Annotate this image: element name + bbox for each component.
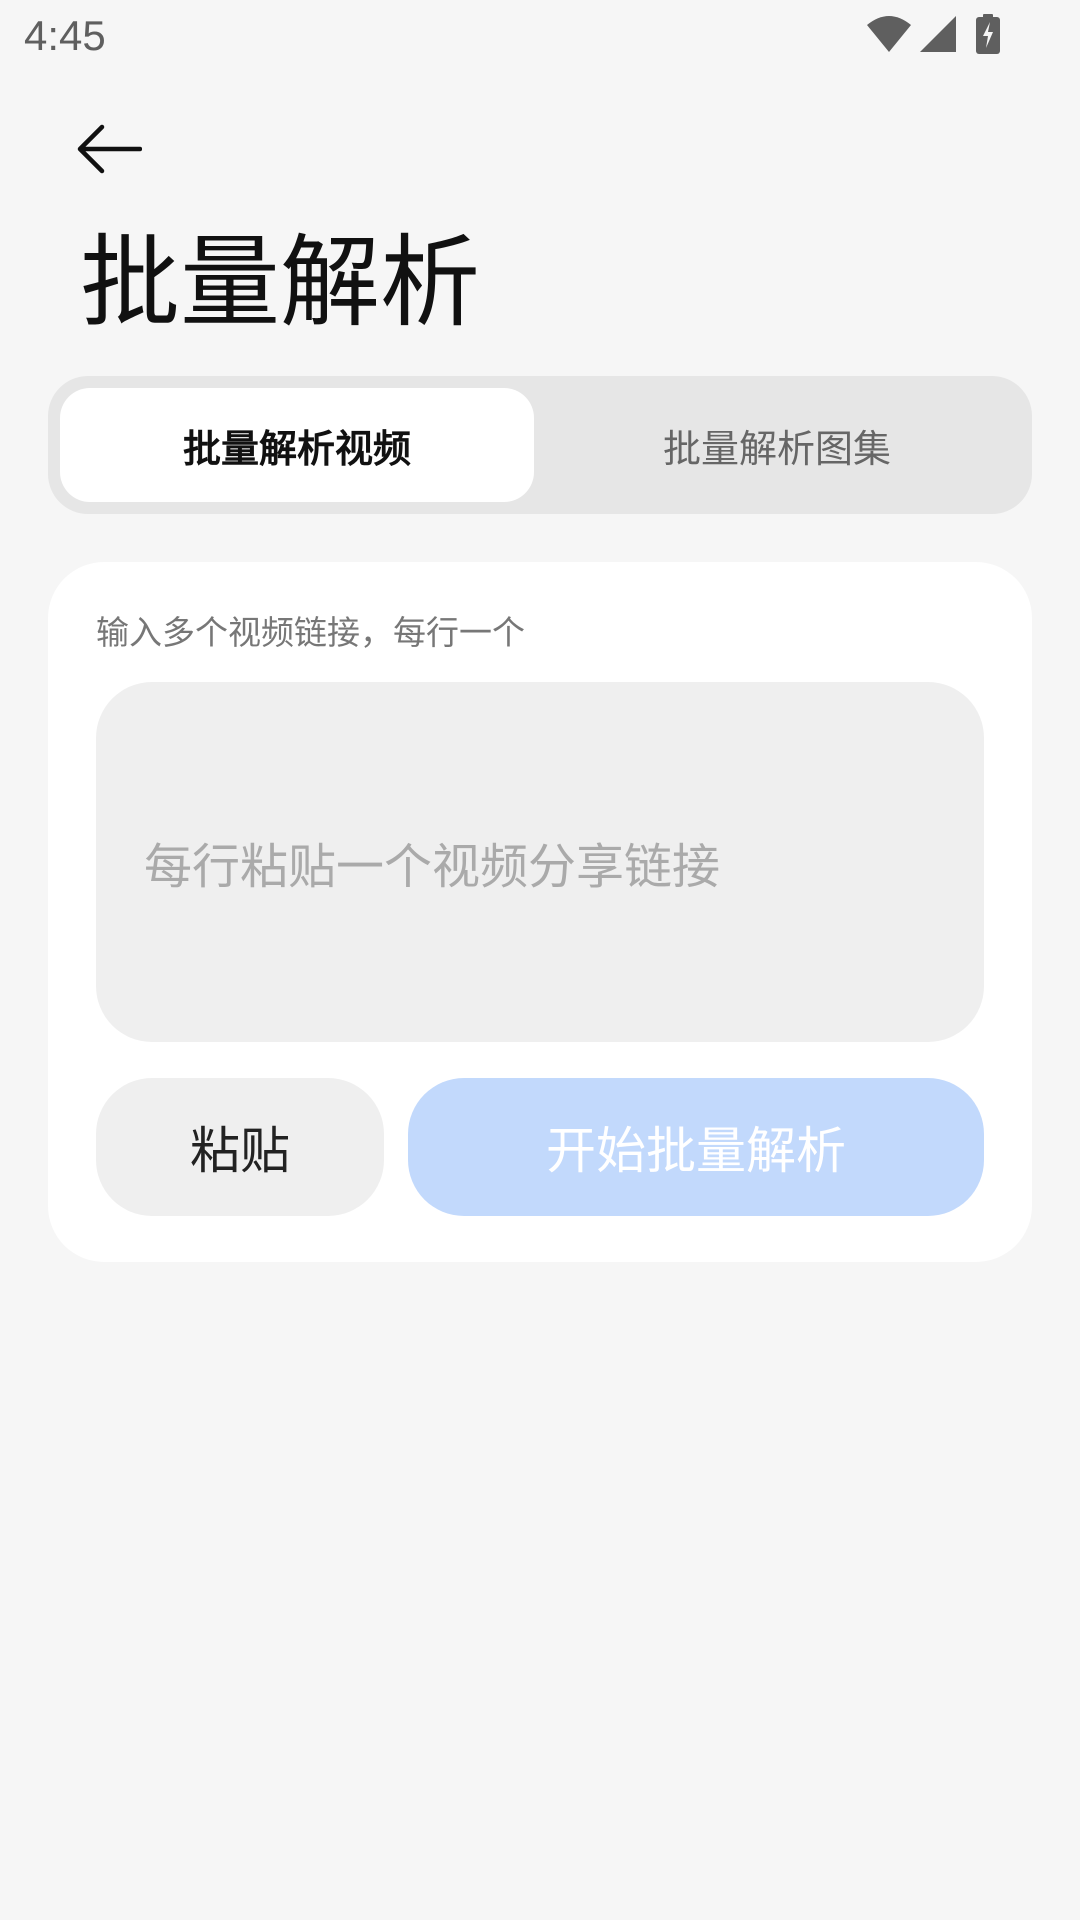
- status-time: 4:45: [24, 12, 106, 59]
- back-button[interactable]: [76, 118, 166, 184]
- paste-button[interactable]: 粘贴: [96, 1078, 384, 1216]
- input-hint: 输入多个视频链接，每行一个: [96, 613, 525, 652]
- textarea-placeholder: 每行粘贴一个视频分享链接: [144, 839, 721, 895]
- screen: 4:45 批量解析 批量解析视频 批量解析图集 输入多个视频链接，每行一个 每行…: [0, 0, 1080, 1920]
- status-bar: 4:45: [0, 0, 1080, 76]
- input-card: 输入多个视频链接，每行一个 每行粘贴一个视频分享链接 粘贴 开始批量解析: [48, 562, 1032, 1262]
- page-title: 批量解析: [80, 224, 480, 341]
- tab-batch-gallery[interactable]: 批量解析图集: [534, 388, 1020, 502]
- cellular-signal-icon: [918, 15, 958, 53]
- arrow-left-icon: [76, 124, 143, 178]
- status-icons: [866, 14, 1000, 54]
- start-batch-parse-button[interactable]: 开始批量解析: [408, 1078, 984, 1216]
- links-textarea[interactable]: 每行粘贴一个视频分享链接: [96, 682, 984, 1042]
- wifi-icon: [866, 15, 912, 53]
- segmented-tabs: 批量解析视频 批量解析图集: [48, 376, 1032, 514]
- tab-batch-video[interactable]: 批量解析视频: [60, 388, 534, 502]
- battery-charging-icon: [976, 14, 1000, 54]
